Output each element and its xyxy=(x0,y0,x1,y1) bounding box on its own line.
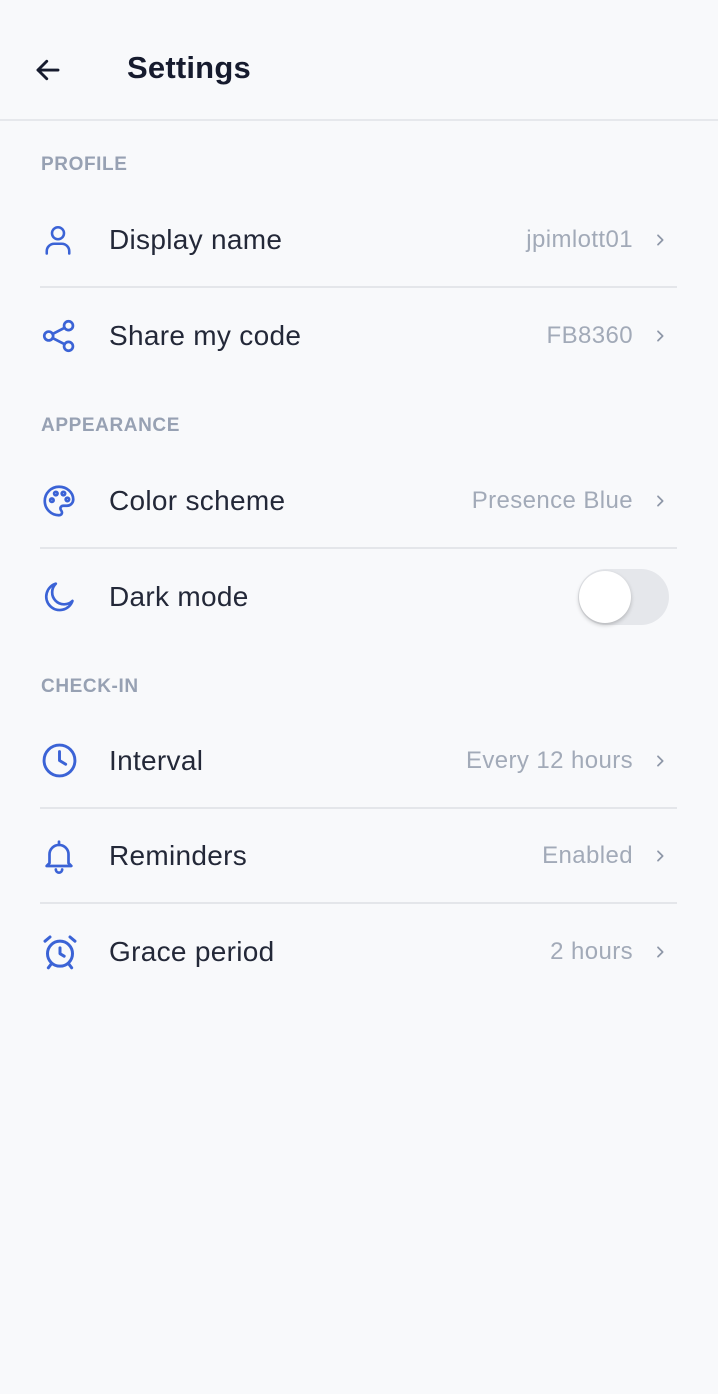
grace-period-value: 2 hours xyxy=(550,937,633,965)
reminders-label: Reminders xyxy=(109,839,248,871)
setting-row-reminders[interactable]: Reminders Enabled xyxy=(40,809,677,904)
interval-value: Every 12 hours xyxy=(465,746,633,774)
chevron-right-icon xyxy=(651,752,669,770)
dark-mode-label: Dark mode xyxy=(109,580,249,612)
setting-row-display-name[interactable]: Display name jpimlott01 xyxy=(40,193,677,288)
palette-icon xyxy=(40,481,80,521)
bell-icon xyxy=(40,836,80,876)
share-icon xyxy=(40,316,80,356)
reminders-value: Enabled xyxy=(542,841,633,869)
section-label-profile: PROFILE xyxy=(41,154,128,175)
color-scheme-value: Presence Blue xyxy=(471,486,633,514)
setting-row-interval[interactable]: Interval Every 12 hours xyxy=(40,714,677,809)
back-button[interactable] xyxy=(26,48,70,92)
chevron-right-icon xyxy=(651,943,669,961)
moon-icon xyxy=(40,577,80,617)
color-scheme-label: Color scheme xyxy=(109,484,286,516)
alarm-clock-icon xyxy=(40,932,80,972)
setting-row-color-scheme[interactable]: Color scheme Presence Blue xyxy=(40,454,677,549)
app-header: Settings xyxy=(0,0,718,121)
dark-mode-toggle[interactable] xyxy=(578,568,669,625)
chevron-right-icon xyxy=(651,231,669,249)
arrow-left-icon xyxy=(36,59,60,81)
chevron-right-icon xyxy=(651,847,669,865)
user-icon xyxy=(40,220,80,260)
chevron-right-icon xyxy=(651,327,669,345)
setting-row-grace-period[interactable]: Grace period 2 hours xyxy=(40,904,677,999)
setting-row-share-code[interactable]: Share my code FB8360 xyxy=(40,288,677,383)
display-name-label: Display name xyxy=(109,223,283,255)
display-name-value: jpimlott01 xyxy=(526,225,633,253)
share-code-value: FB8360 xyxy=(546,321,633,349)
settings-screen: Settings PROFILE Display name jpimlott01… xyxy=(0,0,718,1394)
toggle-knob xyxy=(579,570,631,623)
clock-icon xyxy=(40,741,80,781)
setting-row-dark-mode: Dark mode xyxy=(40,549,677,644)
page-title: Settings xyxy=(127,50,251,85)
section-label-appearance: APPEARANCE xyxy=(41,415,181,436)
share-code-label: Share my code xyxy=(109,319,302,351)
chevron-right-icon xyxy=(651,492,669,510)
grace-period-label: Grace period xyxy=(109,935,275,967)
section-label-check-in: CHECK-IN xyxy=(41,676,139,697)
interval-label: Interval xyxy=(109,744,204,776)
